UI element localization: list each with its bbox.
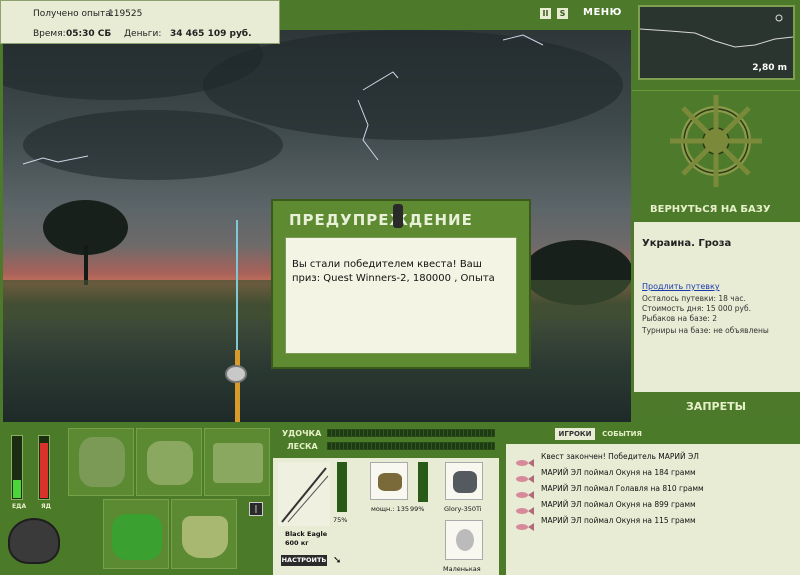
rod-durability-bar (337, 462, 347, 512)
xp-value: 119525 (108, 9, 143, 19)
day-cost: Стоимость дня: 15 000 руб. (642, 304, 751, 313)
time-label: Время: (33, 29, 66, 39)
rod-tip (236, 220, 238, 350)
rod-percent: 75% (333, 516, 348, 524)
fish-icon (514, 468, 534, 483)
reel-percent: 99% (410, 505, 425, 513)
bucket-icon (182, 516, 228, 558)
groceries-basket-icon (112, 514, 162, 560)
fishers-count: Рыбаков на базе: 2 (642, 314, 717, 323)
event-item: Квест закончен! Победитель МАРИЙ ЭЛ (541, 452, 699, 461)
reel-slot[interactable] (370, 462, 408, 500)
extend-permit-link[interactable]: Продлить путевку (642, 282, 720, 291)
rod-handle (235, 350, 240, 422)
money-value: 34 465 109 руб. (170, 29, 252, 39)
hook-slot[interactable] (445, 520, 483, 560)
rod-weight: 600 кг (285, 539, 309, 547)
rod-label: УДОЧКА (282, 429, 322, 438)
reel-durability-bar (418, 462, 428, 502)
event-item: МАРИЙ ЭЛ поймал Окуня на 115 грамм (541, 516, 696, 525)
return-to-base-button[interactable]: ВЕРНУТЬСЯ НА БАЗУ (650, 204, 771, 215)
slot-bucket[interactable] (171, 499, 237, 569)
player-info-panel: Получено опыта: 119525 Время: 05:30 СБ Д… (0, 0, 280, 44)
notebook-icon (213, 443, 263, 483)
poison-label: ЯД (41, 503, 51, 510)
dialog-message: Вы стали победителем квеста! Ваш приз: Q… (285, 237, 517, 354)
tab-events[interactable]: СОБЫТИЯ (600, 428, 644, 440)
depth-map[interactable]: 2,80 m (638, 5, 795, 80)
slot-bag[interactable] (136, 428, 202, 496)
event-item: МАРИЙ ЭЛ поймал Окуня на 899 грамм (541, 500, 696, 509)
slot-backpack[interactable] (68, 428, 134, 496)
fish-icon (514, 452, 534, 467)
lure-icon (456, 529, 474, 551)
pause-button[interactable]: II (540, 8, 551, 19)
line-name: Glory-350Ti (444, 505, 482, 513)
reel-power: мощн.: 135 (371, 505, 409, 513)
event-item: МАРИЙ ЭЛ поймал Окуня на 184 грамм (541, 468, 696, 477)
location-title: Украина. Гроза (642, 238, 732, 249)
xp-label: Получено опыта: (33, 9, 114, 19)
arrow-icon: ➘ (333, 555, 342, 566)
permit-remaining: Осталось путевки: 18 час. (642, 294, 746, 303)
line-tension-bar (327, 442, 495, 450)
line-slot[interactable] (445, 462, 483, 500)
poison-meter-fill (40, 442, 48, 498)
pin-icon (393, 204, 403, 228)
cauldron-icon[interactable] (8, 518, 60, 564)
fish-icon (514, 516, 534, 531)
line-spool-icon (453, 471, 477, 493)
menu-button[interactable]: МЕНЮ (583, 7, 622, 18)
poison-meter (38, 435, 50, 500)
rod-name: Black Eagle (285, 530, 328, 538)
setup-button[interactable]: НАСТРОИТЬ (281, 555, 327, 566)
tab-players[interactable]: ИГРОКИ (555, 428, 595, 440)
slot-notebook[interactable] (204, 428, 270, 496)
slot-groceries[interactable] (103, 499, 169, 569)
events-list (506, 444, 800, 575)
tournaments-info: Турниры на базе: не объявлены (642, 326, 769, 335)
tree-trunk (84, 245, 88, 285)
bag-icon (147, 441, 193, 485)
reel-item-icon (378, 473, 402, 491)
ship-wheel-icon (670, 95, 762, 187)
info-toggle-button[interactable]: | (249, 502, 263, 516)
fish-icon (514, 484, 534, 499)
time-value: 05:30 СБ (66, 29, 112, 39)
depth-readout: 2,80 m (752, 63, 787, 73)
fish-icon (514, 500, 534, 515)
backpack-icon (79, 437, 125, 487)
rod-icon[interactable] (278, 462, 330, 526)
bans-button[interactable]: ЗАПРЕТЫ (632, 394, 800, 420)
money-label: Деньги: (124, 29, 162, 39)
rod-tension-bar (327, 429, 495, 437)
dialog-title: ПРЕДУПРЕЖДЕНИЕ (289, 211, 473, 229)
line-label: ЛЕСКА (287, 442, 318, 451)
event-item: МАРИЙ ЭЛ поймал Голавля на 810 грамм (541, 484, 704, 493)
hook-name: Маленькая (443, 565, 481, 573)
food-meter (11, 435, 23, 500)
helm-panel[interactable] (632, 90, 800, 220)
food-meter-fill (13, 480, 21, 498)
reel-icon (225, 365, 247, 383)
food-label: ЕДА (12, 503, 27, 510)
sound-button[interactable]: S (557, 8, 568, 19)
